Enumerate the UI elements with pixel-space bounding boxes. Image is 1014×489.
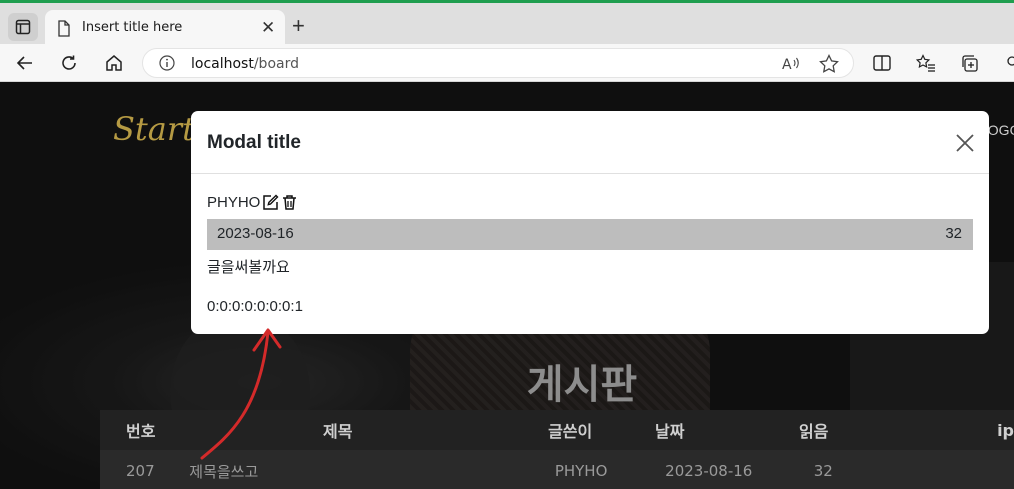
site-info-icon[interactable]	[159, 55, 175, 71]
post-views: 32	[945, 225, 962, 242]
col-header-ip: ip	[997, 420, 1014, 440]
trash-icon[interactable]	[281, 194, 298, 211]
address-bar[interactable]: localhost/board A	[142, 48, 854, 78]
row-date: 2023-08-16	[665, 462, 753, 480]
row-views: 32	[813, 462, 833, 480]
url-host: localhost	[191, 56, 254, 72]
post-detail-modal: Modal title PHYHO 2023-08-16 32 글을써볼까요 0…	[191, 111, 989, 334]
post-content: 글을써볼까요	[207, 258, 290, 276]
col-header-views: 읽음	[798, 422, 829, 441]
svg-text:A: A	[782, 57, 792, 72]
browser-toolbar: localhost/board A	[0, 44, 1014, 82]
page-icon	[58, 20, 70, 37]
split-screen-icon[interactable]	[871, 52, 893, 74]
collections-icon[interactable]	[959, 52, 981, 74]
annotation-arrow-icon	[200, 328, 282, 460]
modal-header: Modal title	[191, 111, 989, 174]
back-icon[interactable]	[14, 52, 36, 74]
browser-tab[interactable]: Insert title here ✕	[45, 10, 285, 47]
post-author: PHYHO	[207, 194, 261, 211]
post-meta-bar: 2023-08-16 32	[207, 219, 973, 250]
tab-bar: Insert title here ✕ +	[0, 3, 1014, 47]
row-number: 207	[126, 462, 155, 480]
new-tab-icon[interactable]: +	[292, 15, 305, 37]
col-header-number: 번호	[126, 422, 156, 441]
favorites-icon[interactable]	[915, 52, 937, 74]
read-aloud-icon[interactable]: A	[781, 54, 801, 72]
home-icon[interactable]	[103, 52, 125, 74]
author-line: PHYHO	[207, 194, 298, 211]
close-icon[interactable]	[953, 131, 977, 155]
favorite-star-icon[interactable]	[819, 54, 839, 73]
url-text[interactable]: localhost/board	[191, 56, 299, 72]
tab-actions-icon	[15, 19, 31, 35]
modal-title: Modal title	[207, 132, 301, 153]
tab-actions-button[interactable]	[8, 13, 38, 41]
col-header-writer: 글쓴이	[548, 422, 593, 441]
refresh-icon[interactable]	[58, 52, 80, 74]
post-ip: 0:0:0:0:0:0:0:1	[207, 298, 303, 315]
row-writer: PHYHO	[554, 462, 608, 480]
post-date: 2023-08-16	[217, 225, 294, 242]
tab-title: Insert title here	[82, 20, 183, 35]
tab-close-icon[interactable]: ✕	[261, 19, 275, 36]
extensions-icon[interactable]	[1002, 52, 1014, 74]
edit-icon[interactable]	[262, 194, 279, 211]
board-title: 게시판	[526, 362, 638, 408]
url-path: /board	[253, 56, 299, 72]
col-header-date: 날짜	[654, 422, 685, 441]
